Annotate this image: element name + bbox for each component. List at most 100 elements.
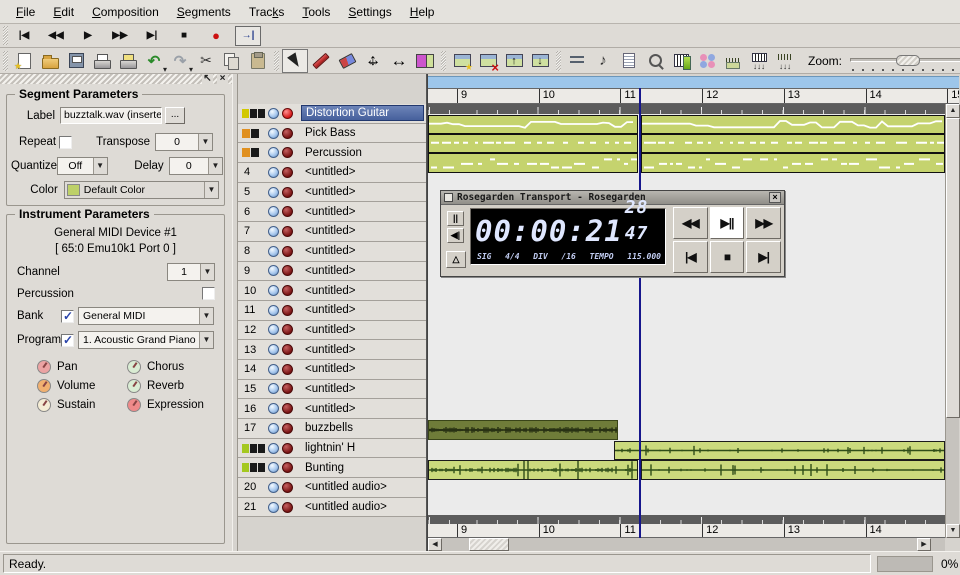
volume-knob[interactable]: [37, 379, 51, 393]
track-row[interactable]: Bunting: [238, 458, 426, 478]
menu-tools[interactable]: Tools: [294, 2, 338, 22]
toolbar-drag-handle[interactable]: [441, 51, 446, 71]
open-in-event-list-editor-button[interactable]: [616, 49, 642, 73]
record-led[interactable]: [282, 128, 293, 139]
track-label[interactable]: Percussion: [301, 146, 424, 160]
mute-led[interactable]: [268, 305, 279, 316]
move-button[interactable]: [360, 49, 386, 73]
track-row[interactable]: 21<untitled audio>: [238, 498, 426, 518]
chevron-down-icon[interactable]: ▼: [208, 158, 222, 174]
vertical-scrollbar[interactable]: ▲ ▼: [945, 104, 959, 538]
mute-led[interactable]: [268, 226, 279, 237]
menu-file[interactable]: File: [8, 2, 43, 22]
bar-ruler-top[interactable]: 9101112131415: [428, 88, 959, 104]
quantize-button[interactable]: [642, 49, 668, 73]
erase-button[interactable]: [334, 49, 360, 73]
track-label[interactable]: <untitled>: [301, 402, 424, 416]
position-ruler[interactable]: [428, 76, 959, 88]
record-led[interactable]: [282, 246, 293, 257]
segment-bunting-audio[interactable]: [641, 460, 945, 480]
track-row[interactable]: 9<untitled>: [238, 262, 426, 282]
delete-track-button[interactable]: [475, 49, 501, 73]
track-label[interactable]: <untitled>: [301, 303, 424, 317]
toolbar-drag-handle[interactable]: [556, 51, 561, 71]
select-button[interactable]: [282, 49, 308, 73]
fast-forward-to-end-button[interactable]: ▶|: [746, 241, 781, 273]
record-led[interactable]: [282, 403, 293, 414]
record-led[interactable]: [282, 423, 293, 434]
track-row[interactable]: 17buzzbells: [238, 419, 426, 439]
cut-button[interactable]: [193, 49, 219, 73]
open-in-default-editor-button[interactable]: [564, 49, 590, 73]
menu-help[interactable]: Help: [402, 2, 443, 22]
rewind-button[interactable]: ◀◀: [673, 207, 708, 239]
track-label[interactable]: <untitled audio>: [301, 480, 424, 494]
color-dropdown[interactable]: Default Color ▼: [64, 181, 219, 199]
play-button[interactable]: ▶: [75, 26, 101, 46]
record-led[interactable]: [282, 226, 293, 237]
track-label[interactable]: Pick Bass: [301, 126, 424, 140]
pause-button[interactable]: ||: [447, 211, 464, 226]
segment-distortion-guitar[interactable]: [428, 115, 638, 134]
segment-lightnin-audio[interactable]: [614, 441, 945, 460]
scroll-up-icon[interactable]: ▲: [946, 104, 960, 118]
track-label[interactable]: <untitled>: [301, 244, 424, 258]
stop-button[interactable]: ■: [171, 26, 197, 46]
track-row[interactable]: 10<untitled>: [238, 281, 426, 301]
mute-led[interactable]: [268, 364, 279, 375]
segment-label-field[interactable]: buzztalk.wav (inserte: [60, 107, 162, 124]
print-preview-button[interactable]: [115, 49, 141, 73]
save-file-button[interactable]: [63, 49, 89, 73]
program-dropdown[interactable]: 1. Acoustic Grand Piano ▼: [78, 331, 214, 349]
undock-icon[interactable]: ↖: [202, 74, 213, 85]
loop-button[interactable]: →|: [235, 26, 261, 46]
play-pause-button[interactable]: ▶||: [710, 207, 745, 239]
open-file-button[interactable]: [37, 49, 63, 73]
scroll-right-icon[interactable]: ▶: [917, 538, 931, 551]
segment-percussion[interactable]: [641, 153, 945, 173]
draw-button[interactable]: [308, 49, 334, 73]
quantize-dropdown[interactable]: Off ▼: [57, 157, 108, 175]
mute-led[interactable]: [268, 423, 279, 434]
record-led[interactable]: [282, 147, 293, 158]
delay-dropdown[interactable]: 0 ▼: [169, 157, 223, 175]
edit-label-button[interactable]: ...: [165, 107, 185, 124]
scroll-down-icon[interactable]: ▼: [946, 524, 960, 538]
zoom-slider[interactable]: [850, 53, 960, 69]
track-label[interactable]: <untitled>: [301, 362, 424, 376]
track-label[interactable]: <untitled audio>: [301, 500, 424, 514]
mute-led[interactable]: [268, 167, 279, 178]
track-row[interactable]: 14<untitled>: [238, 360, 426, 380]
mute-led[interactable]: [268, 246, 279, 257]
chevron-down-icon[interactable]: ▼: [198, 134, 212, 150]
segment-percussion[interactable]: [428, 153, 638, 173]
track-row[interactable]: 13<untitled>: [238, 340, 426, 360]
track-row[interactable]: Pick Bass: [238, 124, 426, 144]
undo-button[interactable]: [141, 49, 167, 73]
track-label[interactable]: <untitled>: [301, 224, 424, 238]
tempo-ruler-top[interactable]: [428, 104, 945, 114]
record-led[interactable]: [282, 502, 293, 513]
track-row[interactable]: Percussion: [238, 143, 426, 163]
midi-mixer-button[interactable]: [746, 49, 772, 73]
record-led[interactable]: [282, 324, 293, 335]
track-label[interactable]: Distortion Guitar: [301, 105, 424, 121]
pan-knob[interactable]: [37, 360, 51, 374]
menu-segments[interactable]: Segments: [169, 2, 239, 22]
track-row[interactable]: 15<untitled>: [238, 380, 426, 400]
toolbar-drag-handle[interactable]: [274, 51, 279, 71]
tempo-ruler-bottom[interactable]: [428, 515, 945, 524]
transport-window[interactable]: Rosegarden Transport - Rosegarden × || ◀…: [440, 190, 785, 277]
close-icon[interactable]: ×: [769, 192, 781, 203]
vertical-scrollbar-thumb[interactable]: [946, 118, 960, 418]
mute-led[interactable]: [268, 403, 279, 414]
bank-checkbox[interactable]: [61, 310, 74, 323]
move-track-up-button[interactable]: [501, 49, 527, 73]
track-label[interactable]: <untitled>: [301, 284, 424, 298]
mute-led[interactable]: [268, 265, 279, 276]
stop-button[interactable]: ■: [710, 241, 745, 273]
menu-composition[interactable]: Composition: [84, 2, 167, 22]
track-row[interactable]: lightnin' H: [238, 439, 426, 459]
mute-led[interactable]: [268, 344, 279, 355]
segment-area[interactable]: [428, 114, 945, 515]
